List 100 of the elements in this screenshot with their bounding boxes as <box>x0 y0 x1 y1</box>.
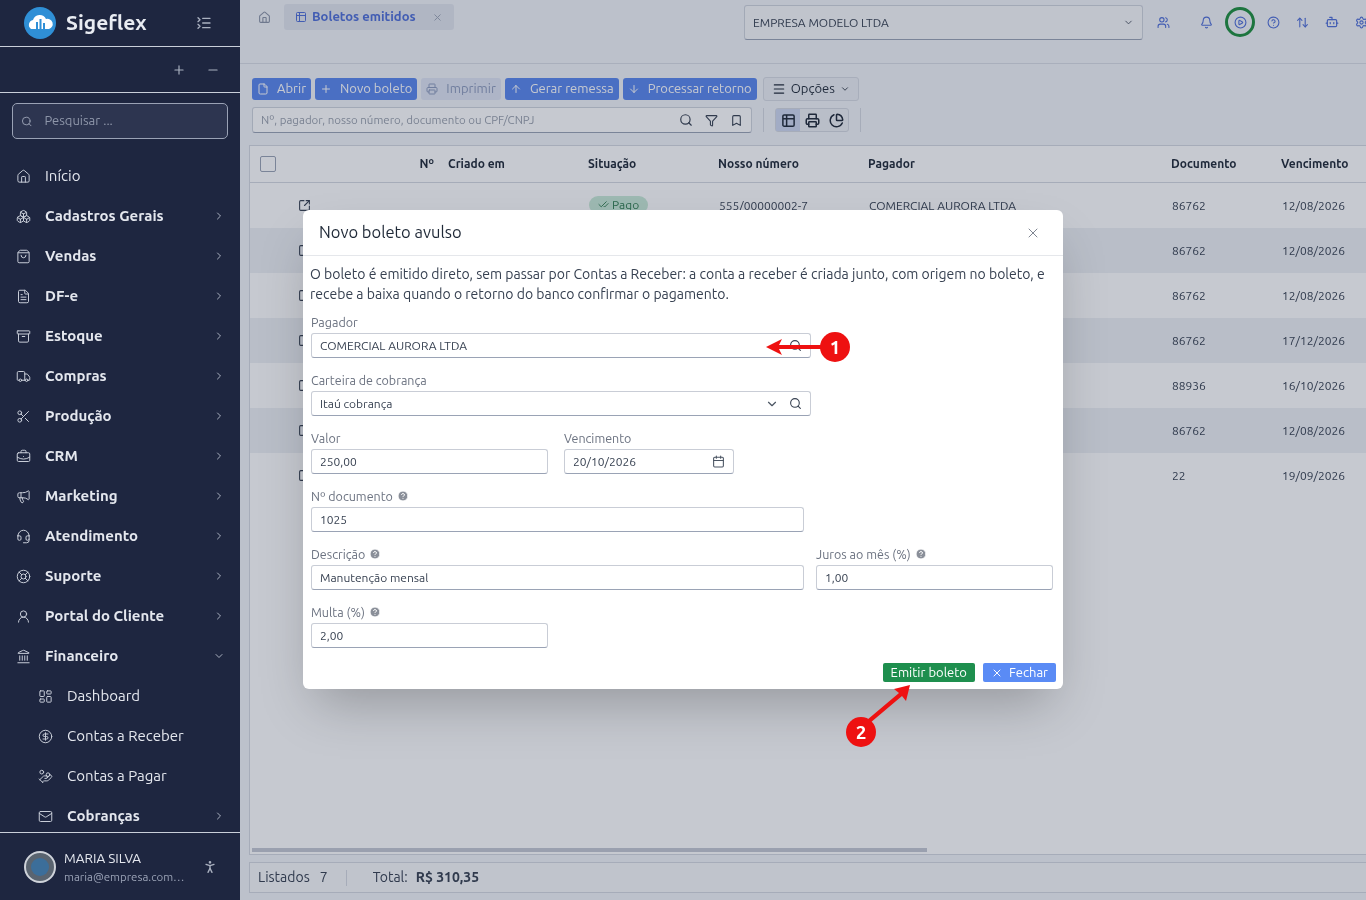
sidebar-item[interactable]: Início <box>45 164 225 188</box>
menu-icon <box>771 82 786 96</box>
horizontal-scrollbar[interactable] <box>252 848 927 852</box>
expand-all-icon[interactable] <box>172 62 186 77</box>
field-label: Pagador <box>311 313 358 331</box>
calendar-icon[interactable] <box>712 455 725 468</box>
modal-description: O boleto é emitido direto, sem passar por Contas a Receber: a conta a receber é criada junto, com origem no boleto, e recebe a baixa quando o retorno do banco confirmar o pagamento. <box>310 265 1046 304</box>
sidebar-item[interactable]: Vendas <box>45 244 213 268</box>
sidebar-item[interactable]: Produção <box>45 404 213 428</box>
field-label: Carteira de cobrança <box>311 371 427 389</box>
input-field[interactable]: Manutenção mensal <box>311 565 804 590</box>
download-icon <box>627 83 640 95</box>
table-cell: 86762 <box>1172 198 1206 212</box>
cloud-chart-logo-icon <box>24 7 56 39</box>
dashboard-icon <box>38 688 53 704</box>
field-label: Descrição <box>311 545 366 563</box>
table-cell: 12/08/2026 <box>1282 243 1345 257</box>
sidebar-item[interactable]: CRM <box>45 444 213 468</box>
field-value: Manutenção mensal <box>320 569 430 586</box>
select-field[interactable]: Itaú cobrança <box>311 391 811 416</box>
home-icon[interactable] <box>258 11 271 24</box>
open-record-icon[interactable] <box>298 199 311 212</box>
check-icon <box>598 199 609 211</box>
listed-count: 7 <box>319 868 328 887</box>
field-label: Valor <box>311 429 341 447</box>
printer-icon <box>426 83 439 95</box>
table-icon <box>295 11 307 23</box>
annotation-arrow <box>766 339 822 355</box>
sidebar-item[interactable]: Marketing <box>45 484 213 508</box>
sidebar-item[interactable]: Cadastros Gerais <box>45 204 213 228</box>
column-header[interactable]: Nosso número <box>718 155 868 173</box>
sidebar-item[interactable]: Portal do Cliente <box>45 604 213 628</box>
collapse-menu-icon[interactable] <box>196 15 212 31</box>
chevron-down-icon <box>839 84 850 94</box>
sidebar-item[interactable]: Financeiro <box>45 644 213 668</box>
close-icon[interactable] <box>432 11 443 23</box>
field-value: 2,00 <box>320 627 345 644</box>
input-field[interactable]: 1,00 <box>816 565 1053 590</box>
search-input[interactable]: Nº, pagador, nosso número, documento ou CPF/CNPJ <box>261 111 679 129</box>
search-icon[interactable] <box>789 339 802 352</box>
sidebar-item[interactable]: Dashboard <box>67 684 225 708</box>
column-header[interactable]: Pagador <box>868 155 1171 173</box>
sidebar-item[interactable]: Cobranças <box>67 804 213 828</box>
bag-icon <box>16 248 31 264</box>
megaphone-icon <box>16 488 31 504</box>
coin-icon <box>38 728 53 744</box>
sidebar-item[interactable]: DF-e <box>45 284 213 308</box>
modal-title: Novo boleto avulso <box>319 222 463 244</box>
user-icon <box>16 608 31 624</box>
table-cell: 17/12/2026 <box>1282 333 1345 347</box>
document-icon <box>16 288 31 304</box>
column-header[interactable]: Vencimento <box>1281 155 1366 173</box>
play-icon[interactable] <box>1233 15 1247 29</box>
total-value: R$ 310,35 <box>415 868 480 887</box>
help-icon[interactable] <box>1267 15 1280 29</box>
search-field[interactable]: Nº, pagador, nosso número, documento ou CPF/CNPJ <box>252 107 752 133</box>
table-cell: 86762 <box>1172 288 1206 302</box>
file-icon <box>257 83 269 95</box>
search-input[interactable]: Pesquisar ... <box>44 111 219 131</box>
sort-icon[interactable] <box>1296 15 1309 29</box>
sidebar-item[interactable]: Atendimento <box>45 524 213 548</box>
date-field[interactable]: 20/10/2026 <box>564 449 734 474</box>
checkbox[interactable] <box>260 156 276 172</box>
search-icon[interactable] <box>679 113 693 127</box>
filter-icon[interactable] <box>705 113 718 127</box>
input-field[interactable]: COMERCIAL AURORA LTDA <box>311 333 811 358</box>
sidebar-item[interactable]: Compras <box>45 364 213 388</box>
column-header[interactable]: Nº <box>412 155 448 173</box>
emit-button[interactable]: Emitir boleto <box>882 663 975 682</box>
sidebar-item[interactable]: Contas a Pagar <box>67 764 225 788</box>
users-icon[interactable] <box>1157 15 1170 29</box>
pie-chart-icon <box>828 112 844 128</box>
notifications-icon[interactable] <box>1200 15 1213 29</box>
sidebar-item[interactable]: Estoque <box>45 324 213 348</box>
column-header[interactable]: Situação <box>588 155 718 173</box>
search-icon[interactable] <box>789 397 802 410</box>
input-field[interactable]: 1025 <box>311 507 804 532</box>
bookmark-icon[interactable] <box>730 113 743 127</box>
search-icon <box>21 114 33 128</box>
table-cell: COMERCIAL AURORA LTDA <box>869 198 1017 212</box>
table-cell: 12/08/2026 <box>1282 423 1345 437</box>
tab-label: Boletos emitidos <box>312 8 417 26</box>
company-select[interactable]: EMPRESA MODELO LTDA <box>744 5 1143 40</box>
sidebar-item[interactable]: Suporte <box>45 564 213 588</box>
view-toggle[interactable] <box>776 109 800 131</box>
briefcase-icon <box>16 448 31 464</box>
table-cell: 88936 <box>1172 378 1206 392</box>
input-field[interactable]: 2,00 <box>311 623 548 648</box>
options-dropdown[interactable]: Opções <box>762 77 859 101</box>
input-field[interactable]: 250,00 <box>311 449 548 474</box>
table-cell: 86762 <box>1172 243 1206 257</box>
search-field[interactable]: Pesquisar ... <box>12 103 228 139</box>
listed-label: Listados <box>258 868 310 887</box>
play-highlight-ring[interactable] <box>1225 7 1255 37</box>
robot-icon[interactable] <box>1325 15 1339 29</box>
column-header[interactable]: Criado em <box>448 155 588 173</box>
sidebar-item[interactable]: Contas a Receber <box>67 724 225 748</box>
archive-icon <box>16 328 31 344</box>
column-header[interactable]: Documento <box>1171 155 1281 173</box>
settings-icon[interactable] <box>1355 15 1366 29</box>
